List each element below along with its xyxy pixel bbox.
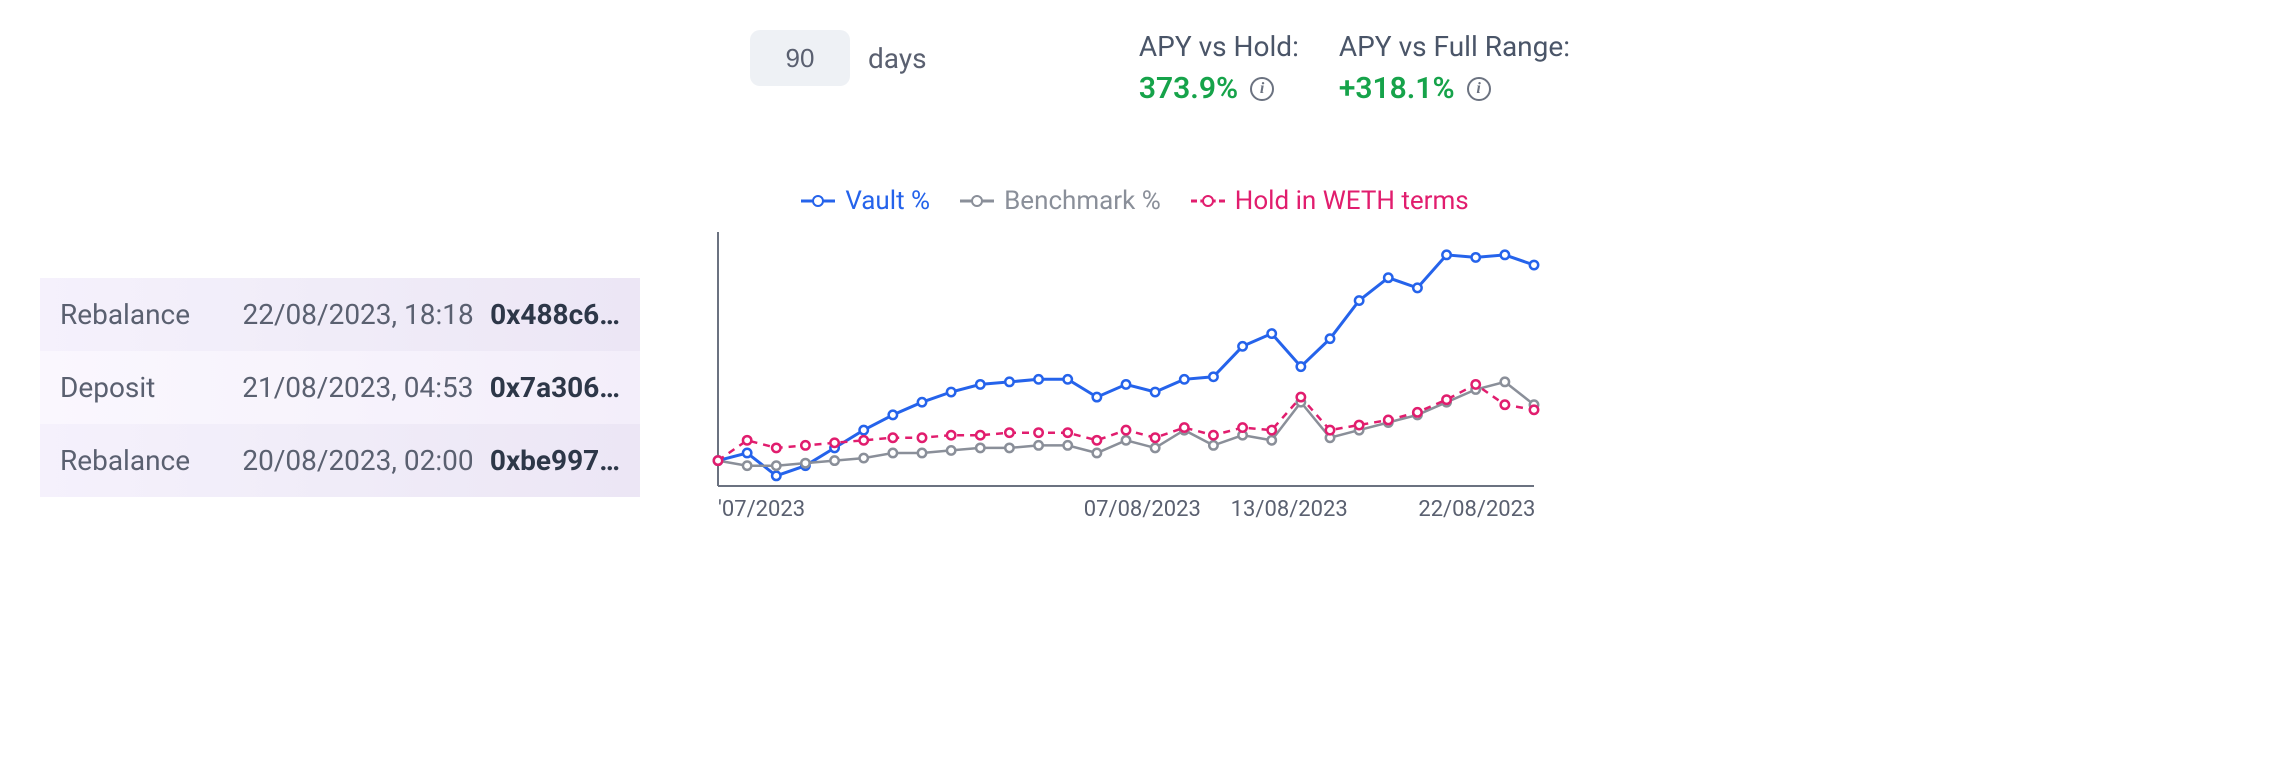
- chart-marker-icon: [1191, 194, 1225, 208]
- metric-value: 373.9%: [1139, 71, 1238, 106]
- legend-label: Hold in WETH terms: [1235, 186, 1469, 216]
- legend-item-benchmark[interactable]: Benchmark %: [960, 186, 1161, 216]
- chart-marker-icon: [801, 194, 835, 208]
- apy-vs-hold-metric: APY vs Hold: 373.9% i: [1139, 30, 1299, 106]
- metric-label: APY vs Hold:: [1139, 30, 1299, 63]
- tx-date: 20/08/2023, 02:00: [226, 444, 490, 477]
- metric-value: +318.1%: [1339, 71, 1455, 106]
- chart-legend: Vault % Benchmark % Hold in WETH terms: [700, 186, 1570, 216]
- days-group: days: [750, 30, 927, 86]
- apy-vs-fullrange-metric: APY vs Full Range: +318.1% i: [1339, 30, 1570, 106]
- chart-svg: '07/2023 07/08/2023 13/08/2023 22/08/2023: [700, 226, 1540, 526]
- legend-label: Vault %: [845, 186, 930, 216]
- info-icon[interactable]: i: [1250, 77, 1274, 101]
- chart-marker-icon: [960, 194, 994, 208]
- tx-type: Rebalance: [60, 298, 226, 331]
- performance-panel: days APY vs Hold: 373.9% i APY vs Full R…: [700, 30, 1570, 526]
- tx-type: Deposit: [60, 371, 226, 404]
- tx-hash-link[interactable]: 0xbe997…: [490, 444, 620, 477]
- svg-text:'07/2023: '07/2023: [718, 497, 805, 522]
- performance-chart: '07/2023 07/08/2023 13/08/2023 22/08/2023: [700, 226, 1540, 526]
- legend-item-vault[interactable]: Vault %: [801, 186, 930, 216]
- tx-date: 21/08/2023, 04:53: [226, 371, 490, 404]
- svg-text:07/08/2023: 07/08/2023: [1084, 497, 1201, 522]
- tx-date: 22/08/2023, 18:18: [226, 298, 490, 331]
- tx-type: Rebalance: [60, 444, 226, 477]
- days-input[interactable]: [750, 30, 850, 86]
- tx-hash-link[interactable]: 0x488c6…: [490, 298, 620, 331]
- controls-row: days APY vs Hold: 373.9% i APY vs Full R…: [700, 30, 1570, 106]
- svg-text:13/08/2023: 13/08/2023: [1231, 497, 1348, 522]
- days-unit-label: days: [868, 42, 927, 75]
- table-row: Deposit 21/08/2023, 04:53 0x7a306…: [40, 351, 640, 424]
- svg-text:22/08/2023: 22/08/2023: [1418, 497, 1535, 522]
- table-row: Rebalance 20/08/2023, 02:00 0xbe997…: [40, 424, 640, 497]
- metric-label: APY vs Full Range:: [1339, 30, 1570, 63]
- legend-label: Benchmark %: [1004, 186, 1161, 216]
- info-icon[interactable]: i: [1467, 77, 1491, 101]
- transactions-panel: Rebalance 22/08/2023, 18:18 0x488c6… Dep…: [40, 278, 640, 497]
- table-row: Rebalance 22/08/2023, 18:18 0x488c6…: [40, 278, 640, 351]
- tx-hash-link[interactable]: 0x7a306…: [490, 371, 620, 404]
- legend-item-hold[interactable]: Hold in WETH terms: [1191, 186, 1469, 216]
